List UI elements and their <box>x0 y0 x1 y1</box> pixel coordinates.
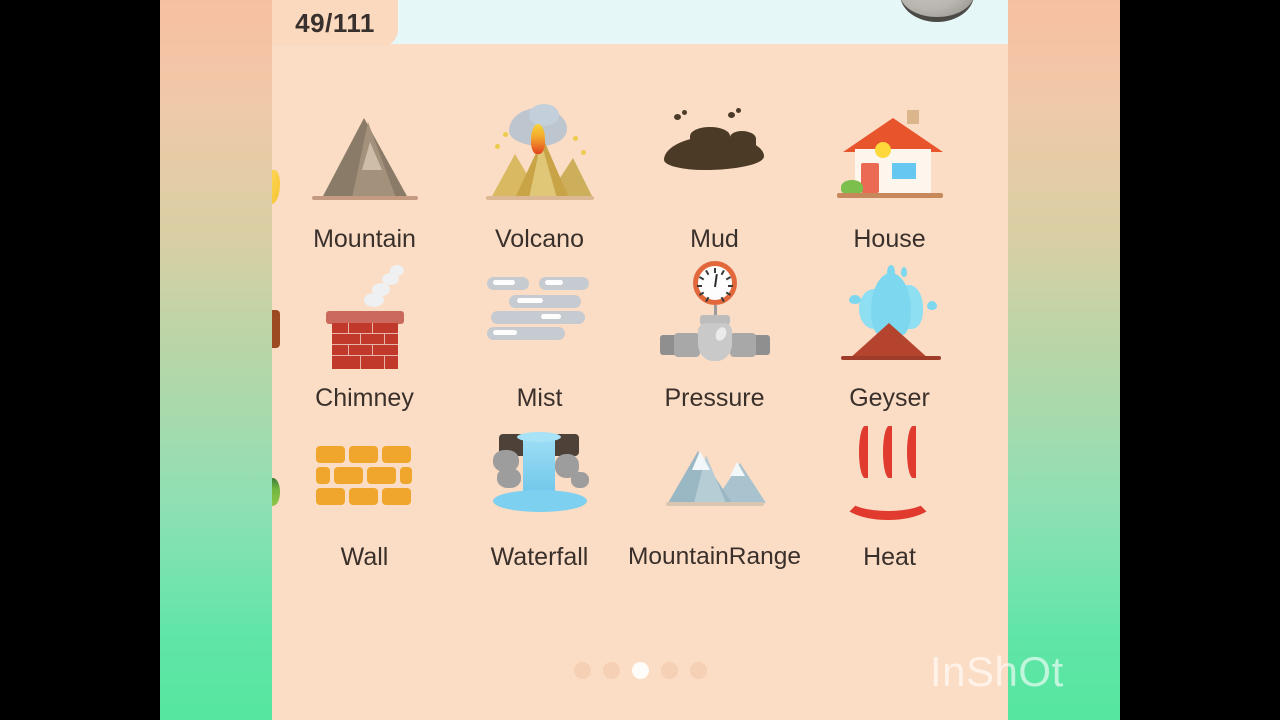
grid-item-mountain[interactable]: Mountain <box>277 86 452 253</box>
grid-item-mountainrange[interactable]: MountainRange <box>627 404 802 570</box>
letterbox-left <box>0 0 160 720</box>
house-icon <box>835 106 945 210</box>
page-dot-2[interactable] <box>602 662 620 679</box>
grid-item-geyser[interactable]: Geyser <box>802 245 977 412</box>
item-label: Waterfall <box>490 543 589 571</box>
waterfall-icon <box>485 424 595 528</box>
geyser-icon <box>835 265 945 369</box>
grid-item-mud[interactable]: Mud <box>627 86 802 253</box>
stone-coin-icon[interactable] <box>900 0 974 22</box>
grid-item-waterfall[interactable]: Waterfall <box>452 404 627 571</box>
page-dot-5[interactable] <box>689 662 707 679</box>
grid-item-mist[interactable]: Mist <box>452 245 627 412</box>
grid-item-wall[interactable]: Wall <box>277 404 452 571</box>
item-label: Wall <box>340 543 389 571</box>
mist-icon <box>485 265 595 369</box>
progress-counter-badge: 49/111 <box>272 0 398 46</box>
page-dot-1[interactable] <box>573 662 591 679</box>
screen-root: 49/111 Mountain Volcano Mud House Chimne… <box>0 0 1280 720</box>
mud-icon <box>660 106 770 210</box>
grid-item-chimney[interactable]: Chimney <box>277 245 452 412</box>
pressure-gauge-icon <box>659 261 770 369</box>
letterbox-right <box>1120 0 1280 720</box>
game-panel: 49/111 Mountain Volcano Mud House Chimne… <box>272 0 1008 720</box>
grid-item-heat[interactable]: Heat <box>802 404 977 571</box>
grid-item-pressure[interactable]: Pressure <box>627 245 802 412</box>
page-dot-3-active[interactable] <box>631 662 649 679</box>
item-label: Heat <box>863 543 916 571</box>
progress-counter-text: 49/111 <box>295 7 375 38</box>
grid-item-volcano[interactable]: Volcano <box>452 86 627 253</box>
volcano-icon <box>485 104 595 210</box>
grid-item-house[interactable]: House <box>802 86 977 253</box>
item-label: MountainRange <box>628 543 801 570</box>
page-dot-4[interactable] <box>660 662 678 679</box>
mountain-icon <box>310 106 420 210</box>
mountain-range-icon <box>660 424 770 528</box>
item-grid: Mountain Volcano Mud House Chimney Mist … <box>272 86 1008 571</box>
brick-wall-icon <box>310 424 420 528</box>
chimney-icon <box>310 265 420 369</box>
inshot-watermark: InShOt <box>930 648 1064 695</box>
hot-springs-icon <box>835 424 945 528</box>
pagination-dots[interactable] <box>272 662 1008 679</box>
